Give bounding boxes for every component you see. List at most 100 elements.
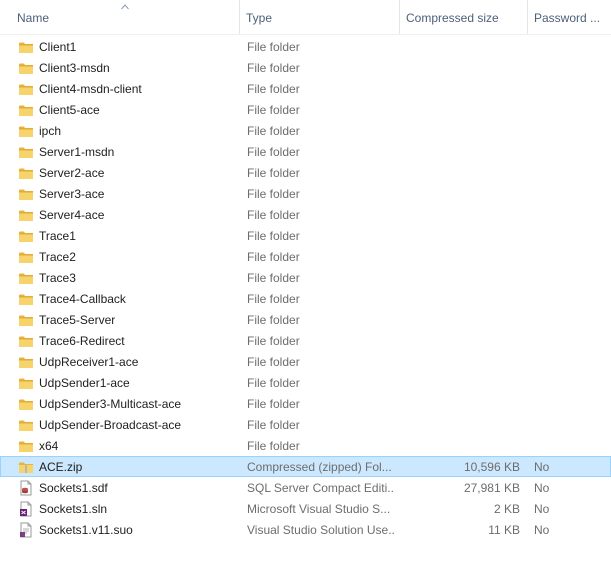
file-row[interactable]: Sockets1.sln Microsoft Visual Studio S...…: [0, 498, 611, 519]
file-row[interactable]: UdpSender3-Multicast-ace File folder: [0, 393, 611, 414]
file-row[interactable]: Sockets1.v11.suo Visual Studio Solution U…: [0, 519, 611, 540]
folder-icon: [19, 84, 33, 95]
file-row[interactable]: Trace6-Redirect File folder: [0, 330, 611, 351]
file-row[interactable]: Trace3 File folder: [0, 267, 611, 288]
file-type: Compressed (zipped) Fol...: [247, 460, 392, 474]
file-type: File folder: [247, 292, 300, 306]
folder-icon: [19, 210, 33, 221]
file-name: Client1: [39, 40, 77, 54]
column-header-name[interactable]: Name: [11, 0, 239, 34]
file-name: Sockets1.v11.suo: [39, 523, 133, 537]
file-type: File folder: [247, 187, 300, 201]
folder-icon: [19, 105, 33, 116]
file-type: File folder: [247, 271, 300, 285]
folder-icon: [19, 378, 33, 389]
file-name: Trace6-Redirect: [39, 334, 125, 348]
file-row[interactable]: UdpReceiver1-ace File folder: [0, 351, 611, 372]
column-header-bar: Name Type Compressed size Password ...: [0, 0, 611, 35]
file-row[interactable]: Server4-ace File folder: [0, 204, 611, 225]
file-type: File folder: [247, 229, 300, 243]
file-name: UdpSender3-Multicast-ace: [39, 397, 182, 411]
folder-icon: [19, 420, 33, 431]
folder-icon: [19, 42, 33, 53]
file-name: Trace5-Server: [39, 313, 116, 327]
file-row[interactable]: Sockets1.sdf SQL Server Compact Editi... 2…: [0, 477, 611, 498]
file-row[interactable]: Trace4-Callback File folder: [0, 288, 611, 309]
file-type: File folder: [247, 103, 300, 117]
file-row[interactable]: Server1-msdn File folder: [0, 141, 611, 162]
zip-folder-icon: [19, 462, 33, 473]
file-name: Client3-msdn: [39, 61, 110, 75]
file-password-protected: No: [534, 502, 550, 516]
file-row[interactable]: Trace5-Server File folder: [0, 309, 611, 330]
file-name: Trace2: [39, 250, 76, 264]
file-password-protected: No: [534, 460, 550, 474]
file-row[interactable]: UdpSender-Broadcast-ace File folder: [0, 414, 611, 435]
sln-file-icon: [20, 501, 32, 517]
file-type: File folder: [247, 208, 300, 222]
file-row[interactable]: Client4-msdn-client File folder: [0, 78, 611, 99]
file-name: Trace1: [39, 229, 76, 243]
file-name: Server1-msdn: [39, 145, 115, 159]
file-compressed-size: 27,981 KB: [463, 481, 520, 495]
file-row[interactable]: Client5-ace File folder: [0, 99, 611, 120]
folder-icon: [19, 336, 33, 347]
suo-file-icon: [20, 522, 32, 538]
folder-icon: [19, 189, 33, 200]
file-row[interactable]: Client1 File folder: [0, 36, 611, 57]
file-type: File folder: [247, 40, 300, 54]
file-row[interactable]: Server2-ace File folder: [0, 162, 611, 183]
file-row[interactable]: ACE.zip Compressed (zipped) Fol... 10,596 …: [0, 456, 611, 477]
folder-icon: [19, 357, 33, 368]
file-type: File folder: [247, 250, 300, 264]
file-row[interactable]: ipch File folder: [0, 120, 611, 141]
folder-icon: [19, 63, 33, 74]
folder-icon: [19, 147, 33, 158]
file-compressed-size: 10,596 KB: [463, 460, 520, 474]
column-header-type[interactable]: Type: [239, 0, 399, 34]
file-name: Server3-ace: [39, 187, 105, 201]
folder-icon: [19, 273, 33, 284]
file-name: UdpSender-Broadcast-ace: [39, 418, 182, 432]
file-type: File folder: [247, 61, 300, 75]
file-name: x64: [39, 439, 59, 453]
file-name: ipch: [39, 124, 62, 138]
folder-icon: [19, 441, 33, 452]
file-row[interactable]: UdpSender1-ace File folder: [0, 372, 611, 393]
file-type: File folder: [247, 145, 300, 159]
file-name: UdpSender1-ace: [39, 376, 130, 390]
file-row[interactable]: Server3-ace File folder: [0, 183, 611, 204]
file-type: File folder: [247, 166, 300, 180]
file-row[interactable]: Trace1 File folder: [0, 225, 611, 246]
file-type: File folder: [247, 124, 300, 138]
column-header-compressed-size[interactable]: Compressed size: [399, 0, 527, 34]
file-row[interactable]: x64 File folder: [0, 435, 611, 456]
folder-icon: [19, 315, 33, 326]
folder-icon: [19, 294, 33, 305]
file-name: Trace4-Callback: [39, 292, 126, 306]
folder-icon: [19, 168, 33, 179]
column-header-password[interactable]: Password ...: [527, 0, 611, 34]
folder-icon: [19, 231, 33, 242]
file-type: File folder: [247, 397, 300, 411]
file-type: File folder: [247, 82, 300, 96]
file-type: File folder: [247, 355, 300, 369]
file-type: Microsoft Visual Studio S...: [247, 502, 391, 516]
file-type: SQL Server Compact Editi...: [247, 481, 395, 495]
file-row[interactable]: Trace2 File folder: [0, 246, 611, 267]
file-type: File folder: [247, 376, 300, 390]
file-row[interactable]: Client3-msdn File folder: [0, 57, 611, 78]
file-name: Trace3: [39, 271, 76, 285]
file-name: Client4-msdn-client: [39, 82, 142, 96]
file-type: File folder: [247, 418, 300, 432]
file-type: Visual Studio Solution Use...: [247, 523, 395, 537]
file-type: File folder: [247, 313, 300, 327]
folder-icon: [19, 126, 33, 137]
sdf-file-icon: [20, 480, 32, 496]
file-compressed-size: 2 KB: [493, 502, 520, 516]
file-password-protected: No: [534, 481, 550, 495]
folder-icon: [19, 252, 33, 263]
file-name: Client5-ace: [39, 103, 100, 117]
file-name: Server2-ace: [39, 166, 105, 180]
folder-icon: [19, 399, 33, 410]
